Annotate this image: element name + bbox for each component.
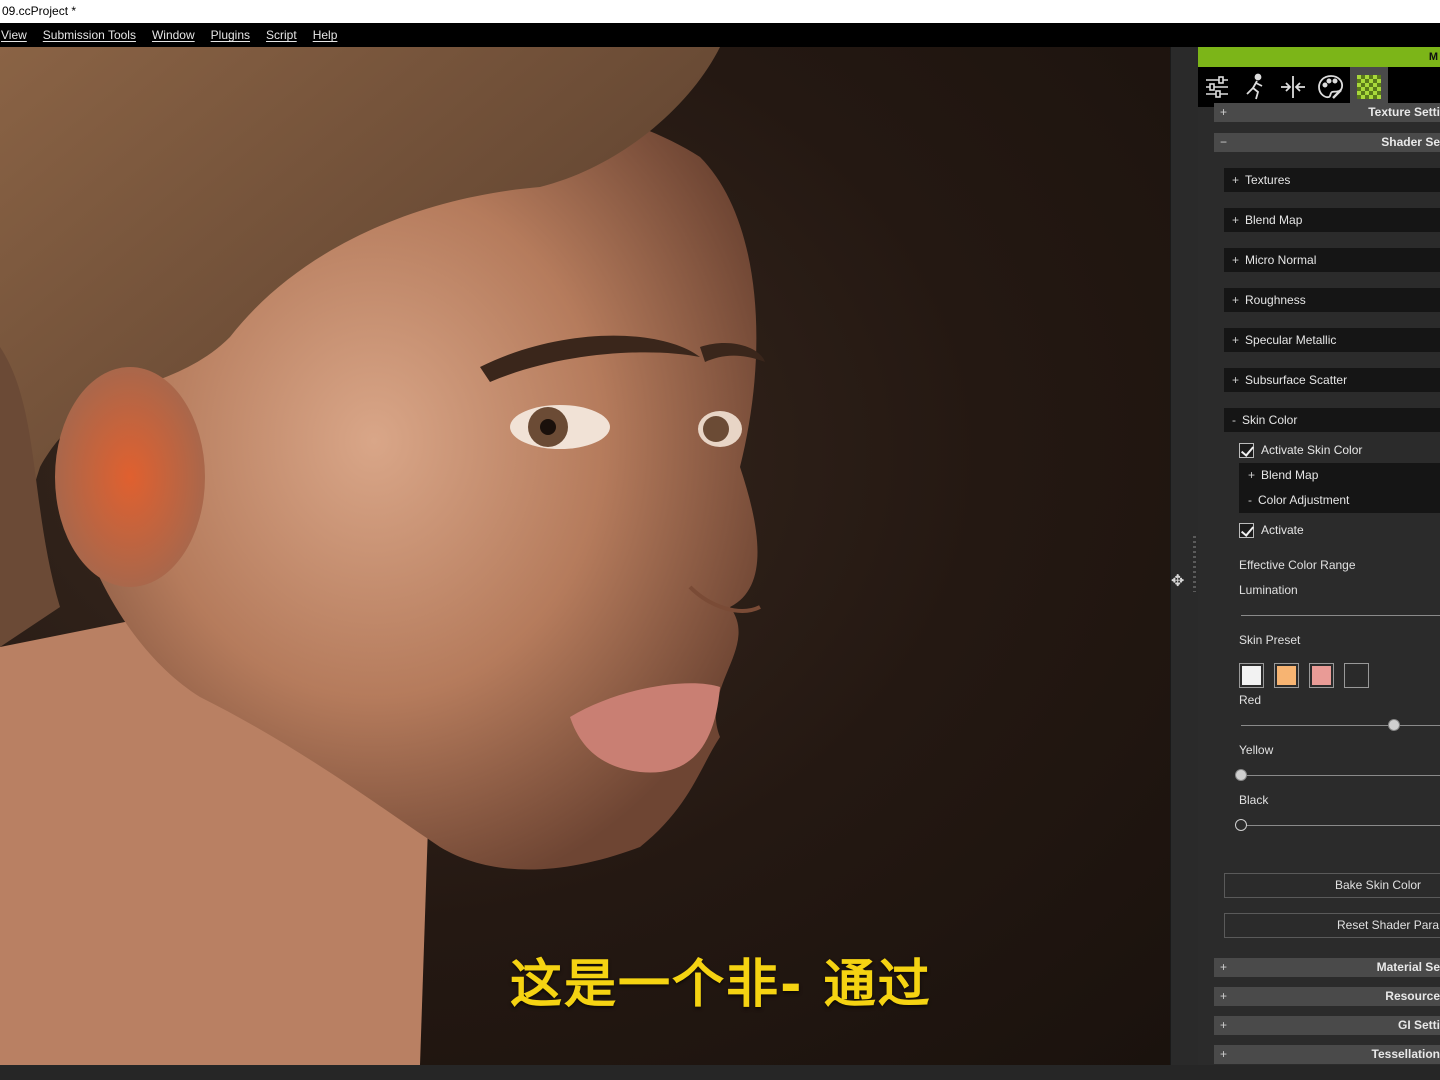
checkbox-checked-icon (1239, 522, 1254, 538)
black-slider[interactable] (1241, 825, 1440, 826)
panel-toolbar (1198, 67, 1440, 107)
move-cursor-icon: ✥ (1171, 573, 1185, 590)
shader-item-textures[interactable]: + Textures (1224, 168, 1440, 192)
title-bar: 09.ccProject * (0, 0, 1440, 23)
checker-texture-icon (1357, 75, 1381, 99)
red-slider-thumb[interactable] (1388, 719, 1401, 731)
yellow-label: Yellow (1239, 743, 1274, 757)
palette-icon (1318, 75, 1344, 99)
red-slider[interactable] (1241, 725, 1440, 726)
section-resource[interactable]: + Resource (1214, 987, 1440, 1006)
status-strip (0, 1065, 1440, 1080)
bake-skin-color-button[interactable]: Bake Skin Color (1224, 873, 1440, 898)
material-texture-button[interactable] (1350, 67, 1388, 107)
shader-item-micro-normal[interactable]: + Micro Normal (1224, 248, 1440, 272)
menu-view[interactable]: View (1, 28, 27, 42)
reset-shader-params-button[interactable]: Reset Shader Para (1224, 913, 1440, 938)
panel-header: M (1198, 47, 1440, 67)
modify-panel: M + Texture Setti − Shader Se + Textures… (1198, 47, 1440, 1065)
sliders-button[interactable] (1198, 67, 1236, 107)
preset-swatch-pink[interactable] (1309, 663, 1334, 688)
menu-plugins[interactable]: Plugins (211, 28, 250, 42)
yellow-slider[interactable] (1241, 775, 1440, 776)
palette-button[interactable] (1312, 67, 1350, 107)
effective-color-range-label: Effective Color Range (1239, 558, 1356, 572)
preset-swatch-tan[interactable] (1274, 663, 1299, 688)
menu-window[interactable]: Window (152, 28, 195, 42)
skin-blend-map[interactable]: + Blend Map (1239, 463, 1440, 488)
3d-viewport[interactable] (0, 47, 1170, 1065)
preset-swatch-light[interactable] (1239, 663, 1264, 688)
section-gi-settings[interactable]: + GI Setti (1214, 1016, 1440, 1035)
section-texture-settings[interactable]: + Texture Setti (1214, 103, 1440, 122)
motion-button[interactable] (1236, 67, 1274, 107)
window-title: 09.ccProject * (2, 4, 77, 18)
section-material-settings[interactable]: + Material Se (1214, 958, 1440, 977)
menu-bar: View Submission Tools Window Plugins Scr… (0, 23, 1440, 47)
section-tessellation[interactable]: + Tessellation (1214, 1045, 1440, 1064)
run-motion-icon (1246, 73, 1263, 100)
character-render (0, 47, 765, 1065)
activate-checkbox[interactable]: Activate (1239, 521, 1304, 539)
shader-item-subsurface-scatter[interactable]: + Subsurface Scatter (1224, 368, 1440, 392)
red-label: Red (1239, 693, 1262, 707)
skin-preset-swatches (1239, 663, 1379, 688)
sliders-icon (1206, 76, 1228, 98)
menu-script[interactable]: Script (266, 28, 297, 42)
splitter-grip[interactable] (1193, 536, 1196, 592)
shader-item-blend-map[interactable]: + Blend Map (1224, 208, 1440, 232)
align-icon (1281, 76, 1305, 98)
menu-help[interactable]: Help (313, 28, 338, 42)
black-slider-thumb[interactable] (1235, 819, 1247, 831)
shader-item-skin-color[interactable]: - Skin Color (1224, 408, 1440, 432)
yellow-slider-thumb[interactable] (1235, 769, 1247, 781)
align-button[interactable] (1274, 67, 1312, 107)
skin-preset-label: Skin Preset (1239, 633, 1301, 647)
shader-item-specular-metallic[interactable]: + Specular Metallic (1224, 328, 1440, 352)
lumination-label: Lumination (1239, 583, 1298, 597)
checkbox-checked-icon (1239, 442, 1254, 458)
video-subtitle: 这是一个非- 通过 (510, 955, 932, 1015)
section-shader-settings[interactable]: − Shader Se (1214, 133, 1440, 152)
black-label: Black (1239, 793, 1269, 807)
shader-item-roughness[interactable]: + Roughness (1224, 288, 1440, 312)
app-window: 09.ccProject * View Submission Tools Win… (0, 0, 1440, 1080)
preset-swatch-dark[interactable] (1344, 663, 1369, 688)
menu-submission-tools[interactable]: Submission Tools (43, 28, 136, 42)
skin-color-adjustment[interactable]: - Color Adjustment (1239, 488, 1440, 513)
activate-skin-color-checkbox[interactable]: Activate Skin Color (1239, 441, 1362, 459)
lumination-slider[interactable] (1241, 615, 1440, 616)
